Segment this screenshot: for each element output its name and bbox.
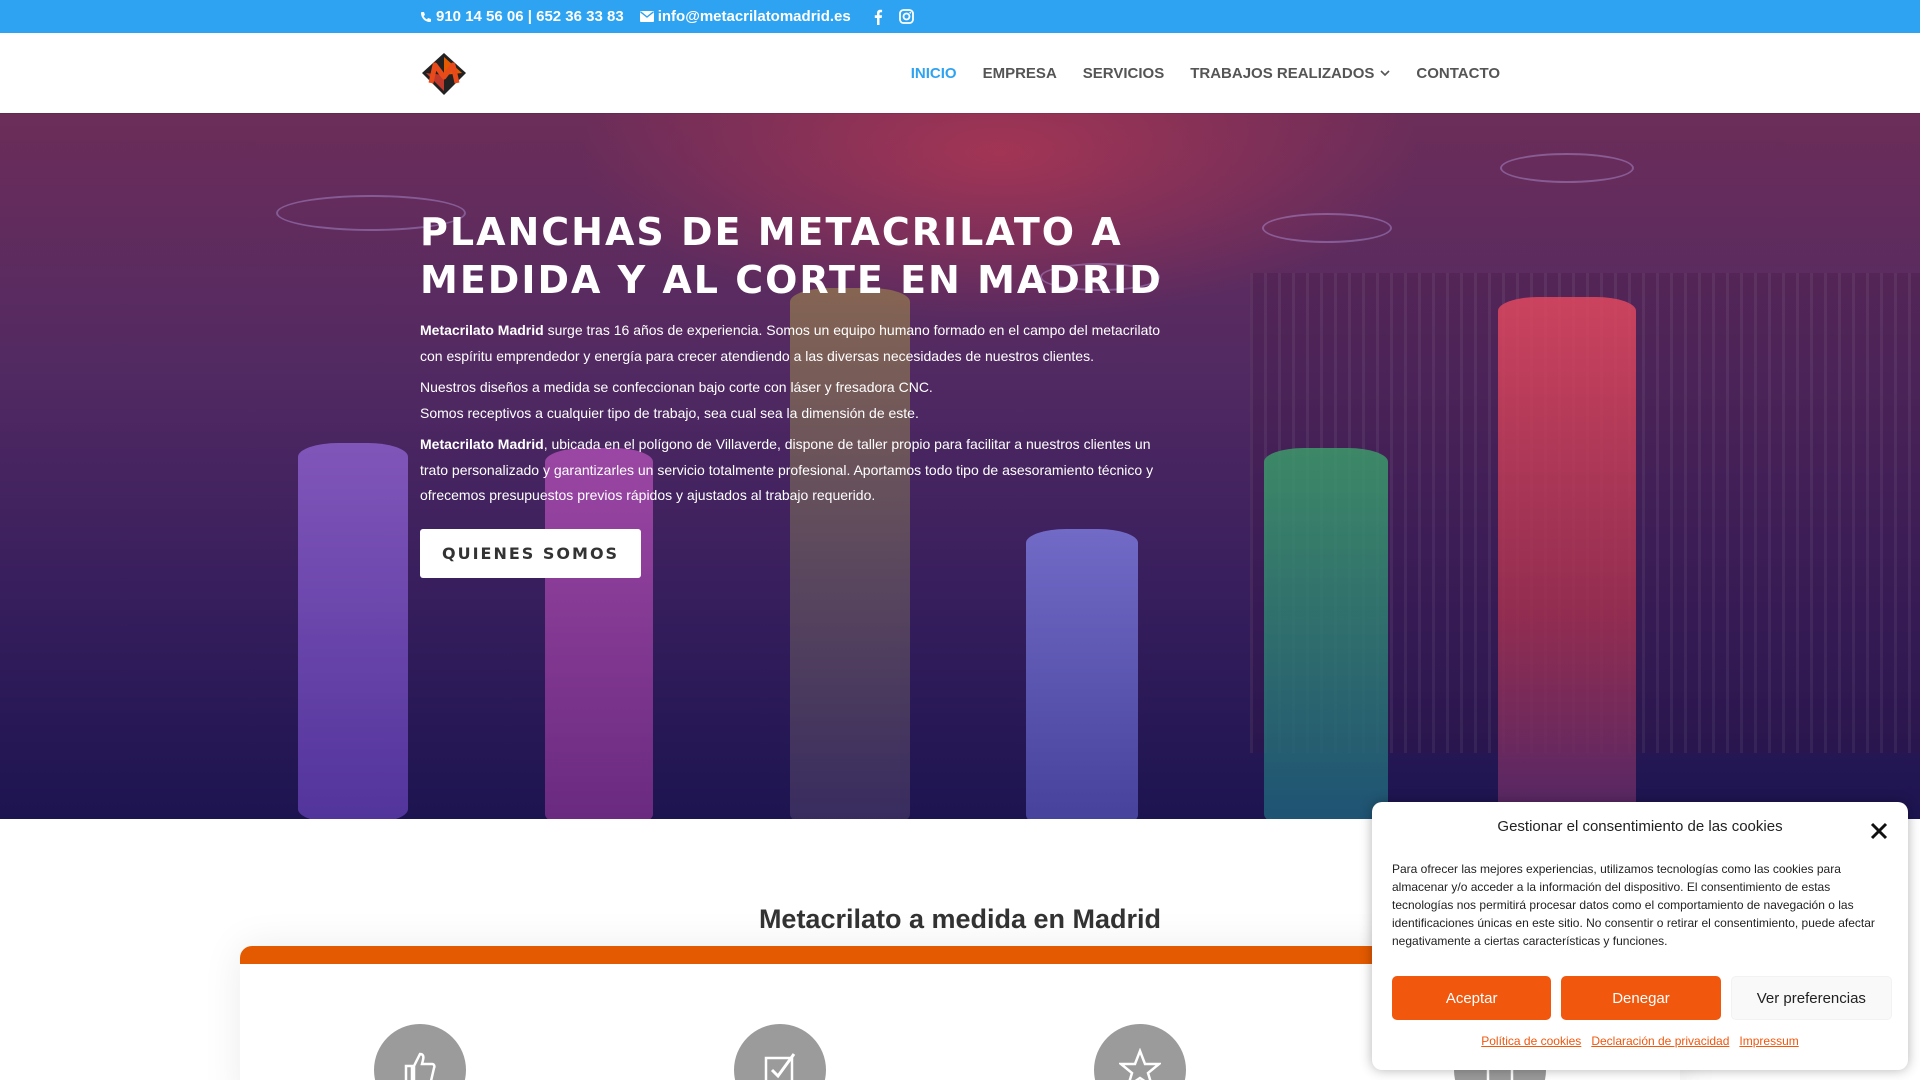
- hero-paragraph-2: Nuestros diseños a medida se confecciona…: [420, 379, 933, 421]
- hero-title: PLANCHAS DE METACRILATO A MEDIDA Y AL CO…: [420, 210, 1163, 302]
- hero-content: PLANCHAS DE METACRILATO A MEDIDA Y AL CO…: [420, 208, 1180, 578]
- instagram-icon[interactable]: [898, 9, 914, 24]
- hero-tube-rim: [1262, 213, 1392, 243]
- cookie-policy-link[interactable]: Política de cookies: [1481, 1034, 1581, 1048]
- hero-tube: [1498, 297, 1636, 819]
- site-header: INICIO EMPRESA SERVICIOS TRABAJOS REALIZ…: [0, 33, 1920, 113]
- hero-tube: [1264, 448, 1388, 819]
- hero-tube-rim: [1500, 153, 1634, 183]
- nav-servicios[interactable]: SERVICIOS: [1083, 65, 1164, 82]
- cookie-dialog-text: Para ofrecer las mejores experiencias, u…: [1392, 862, 1875, 948]
- hero-section: PLANCHAS DE METACRILATO A MEDIDA Y AL CO…: [0, 113, 1920, 819]
- nav-empresa[interactable]: EMPRESA: [983, 65, 1057, 82]
- deny-cookies-button[interactable]: Denegar: [1561, 976, 1721, 1020]
- email-contact[interactable]: info@metacrilatomadrid.es: [639, 8, 851, 25]
- cookie-dialog-buttons: Aceptar Denegar Ver preferencias: [1392, 976, 1892, 1020]
- nav-contacto[interactable]: CONTACTO: [1416, 65, 1500, 82]
- hero-paragraph-3: Metacrilato Madrid, ubicada en el polígo…: [420, 436, 1154, 503]
- phone-text: 910 14 56 06 | 652 36 33 83: [436, 8, 624, 25]
- phone-contact[interactable]: 910 14 56 06 | 652 36 33 83: [420, 8, 624, 25]
- view-preferences-button[interactable]: Ver preferencias: [1730, 976, 1892, 1020]
- impressum-link[interactable]: Impressum: [1739, 1034, 1798, 1048]
- privacy-statement-link[interactable]: Declaración de privacidad: [1591, 1034, 1729, 1048]
- envelope-icon: [639, 11, 654, 22]
- accept-cookies-button[interactable]: Aceptar: [1392, 976, 1552, 1020]
- facebook-icon[interactable]: [873, 9, 883, 25]
- nav-inicio[interactable]: INICIO: [911, 65, 957, 82]
- quienes-somos-button[interactable]: QUIENES SOMOS: [420, 528, 642, 578]
- phone-icon: [421, 11, 431, 22]
- cookie-dialog-title: Gestionar el consentimiento de las cooki…: [1497, 818, 1783, 835]
- chevron-down-icon: [1380, 70, 1390, 76]
- nav-trabajos-realizados[interactable]: TRABAJOS REALIZADOS: [1190, 65, 1390, 82]
- email-text: info@metacrilatomadrid.es: [657, 8, 851, 25]
- close-icon[interactable]: [1870, 822, 1888, 840]
- top-bar: 910 14 56 06 | 652 36 33 83 info@metacri…: [0, 0, 1920, 33]
- hero-paragraph-1: Metacrilato Madrid surge tras 16 años de…: [420, 322, 1161, 364]
- logo[interactable]: [420, 51, 468, 97]
- cookie-consent-dialog: Gestionar el consentimiento de las cooki…: [1372, 802, 1908, 1070]
- main-nav: INICIO EMPRESA SERVICIOS TRABAJOS REALIZ…: [911, 33, 1500, 113]
- hero-tube: [298, 443, 408, 819]
- cookie-dialog-links: Política de cookies Declaración de priva…: [1372, 1034, 1908, 1048]
